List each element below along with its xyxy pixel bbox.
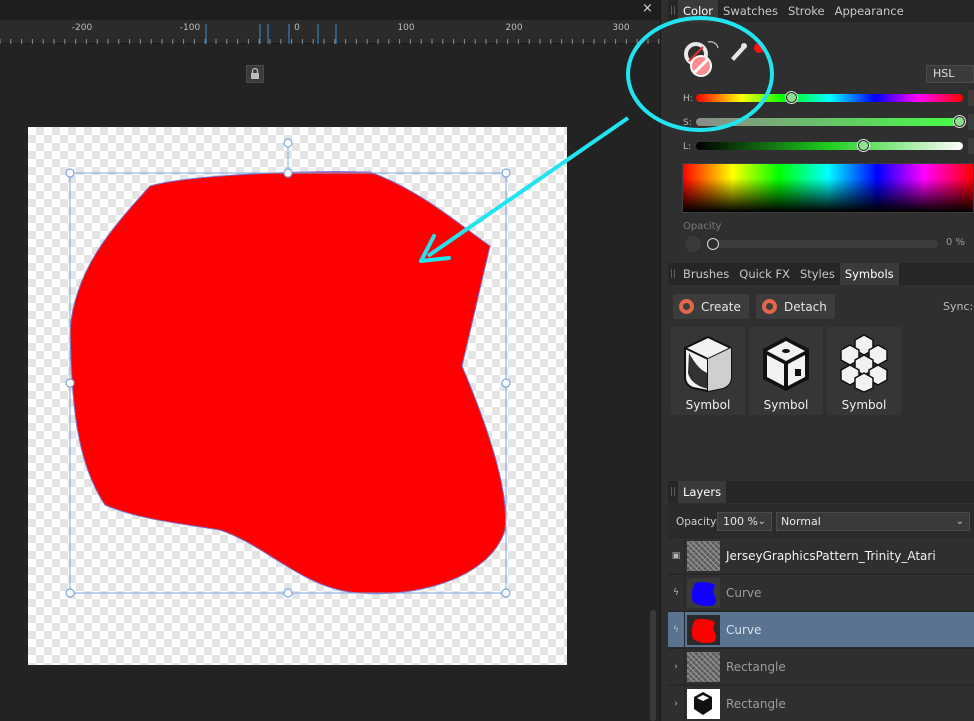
rounded-cube-icon	[684, 335, 732, 393]
vertical-scrollbar[interactable]	[650, 610, 656, 721]
opacity-slider-thumb[interactable]	[707, 238, 719, 250]
ruler-label: 100	[397, 23, 415, 33]
layer-row-selected[interactable]: ϟ Curve	[668, 611, 974, 648]
tab-appearance[interactable]: Appearance	[830, 0, 909, 22]
cube-cluster-icon	[840, 334, 888, 393]
hue-slider[interactable]	[696, 94, 963, 102]
create-icon	[679, 299, 694, 314]
blend-mode-value: Normal	[781, 515, 821, 528]
detach-icon	[762, 299, 777, 314]
symbol-name: Symbol	[763, 398, 809, 412]
layer-name: Curve	[726, 623, 762, 637]
layer-name: Rectangle	[726, 697, 786, 711]
ruler-ticks	[0, 24, 660, 44]
saturation-value-field[interactable]	[968, 114, 974, 130]
layer-thumbnail	[687, 541, 720, 571]
layer-name: Curve	[726, 586, 762, 600]
layer-row[interactable]: ϟ Curve	[668, 574, 974, 611]
layer-name: Rectangle	[726, 660, 786, 674]
layer-opacity-label: Opacity:	[676, 516, 720, 528]
detach-label: Detach	[784, 299, 827, 314]
layer-thumbnail	[687, 578, 720, 608]
tab-layers[interactable]: Layers	[678, 481, 727, 503]
expand-group-icon[interactable]: ›	[668, 649, 685, 685]
symbol-item[interactable]: Symbol	[749, 327, 823, 415]
image-layer-icon[interactable]: ▣	[668, 538, 685, 574]
chevron-down-icon: ⌄	[955, 516, 964, 527]
color-model-select[interactable]: HSL	[926, 65, 974, 83]
expand-group-icon[interactable]: ›	[668, 686, 685, 721]
opacity-slider[interactable]	[708, 240, 938, 248]
layer-thumbnail	[687, 689, 720, 719]
curve-layer-icon[interactable]: ϟ	[668, 575, 685, 611]
canvas-area[interactable]: × -200 -100 0 100 200 300	[0, 0, 660, 721]
opacity-value: 0 %	[946, 237, 966, 248]
layer-row[interactable]: › Rectangle	[668, 648, 974, 685]
horizontal-ruler[interactable]: -200 -100 0 100 200 300	[0, 20, 660, 44]
blend-mode-select[interactable]: Normal ⌄	[776, 512, 970, 531]
color-spectrum[interactable]	[682, 163, 974, 213]
ruler-label: -200	[71, 23, 93, 33]
symbols-tabbar: || Brushes Quick FX Styles Symbols	[668, 263, 974, 285]
symbol-name: Symbol	[841, 398, 887, 412]
ruler-label: 200	[505, 23, 523, 33]
symbol-item[interactable]: Symbol	[827, 327, 901, 415]
lightness-label: L:	[683, 142, 692, 152]
lightness-slider[interactable]	[696, 142, 963, 150]
sync-label: Sync:	[943, 300, 974, 313]
opacity-label: Opacity	[683, 221, 722, 232]
opacity-preview	[685, 236, 701, 252]
layers-tabbar: || Layers	[668, 481, 974, 503]
swap-arrow-icon	[707, 41, 719, 49]
tab-stroke[interactable]: Stroke	[783, 0, 830, 22]
layer-opacity-select[interactable]: 100 % ⌄	[717, 512, 772, 531]
create-symbol-button[interactable]: Create	[673, 294, 749, 319]
tab-brushes[interactable]: Brushes	[678, 263, 734, 285]
symbols-panel: Create Detach Sync: Symbol Symbol Symbol	[668, 286, 974, 476]
detach-symbol-button[interactable]: Detach	[756, 294, 835, 319]
chevron-down-icon: ⌄	[757, 516, 766, 527]
panel-grip-icon[interactable]: ||	[668, 0, 678, 22]
tab-quick-fx[interactable]: Quick FX	[734, 263, 795, 285]
lightness-value-field[interactable]	[968, 138, 974, 154]
hue-value-field[interactable]	[968, 90, 974, 106]
symbol-item[interactable]: Symbol	[671, 327, 745, 415]
layer-row[interactable]: › Rectangle	[668, 685, 974, 721]
ruler-label: 0	[294, 23, 300, 33]
tab-color[interactable]: Color	[678, 0, 719, 22]
saturation-slider[interactable]	[696, 118, 963, 126]
hue-label: H:	[683, 94, 693, 104]
dice-cube-icon	[763, 337, 809, 391]
layer-thumbnail	[687, 652, 720, 682]
ruler-label: -100	[179, 23, 201, 33]
picked-color-dot	[754, 43, 764, 53]
document-tab-strip	[0, 0, 660, 20]
symbol-name: Symbol	[685, 398, 731, 412]
lock-icon[interactable]	[246, 65, 264, 83]
panel-grip-icon[interactable]: ||	[668, 481, 678, 503]
layer-row[interactable]: ▣ JerseyGraphicsPattern_Trinity_Atari	[668, 537, 974, 574]
close-document-icon[interactable]: ×	[642, 1, 653, 16]
ruler-label: 300	[612, 23, 630, 33]
layer-opacity-value: 100 %	[723, 515, 758, 528]
tab-symbols[interactable]: Symbols	[839, 263, 899, 285]
layers-panel: Opacity: 100 % ⌄ Normal ⌄ ▣ JerseyGraphi…	[668, 504, 974, 721]
saturation-label: S:	[683, 118, 692, 128]
curve-layer-icon[interactable]: ϟ	[668, 612, 685, 648]
artboard[interactable]	[28, 127, 567, 665]
create-label: Create	[701, 299, 741, 314]
color-tabbar: || Color Swatches Stroke Appearance	[668, 0, 974, 22]
panel-grip-icon[interactable]: ||	[668, 263, 678, 285]
layer-thumbnail	[687, 615, 720, 645]
fill-stroke-selector[interactable]	[676, 34, 776, 84]
layer-name: JerseyGraphicsPattern_Trinity_Atari	[726, 549, 936, 563]
tab-swatches[interactable]: Swatches	[718, 0, 783, 22]
tab-styles[interactable]: Styles	[795, 263, 840, 285]
